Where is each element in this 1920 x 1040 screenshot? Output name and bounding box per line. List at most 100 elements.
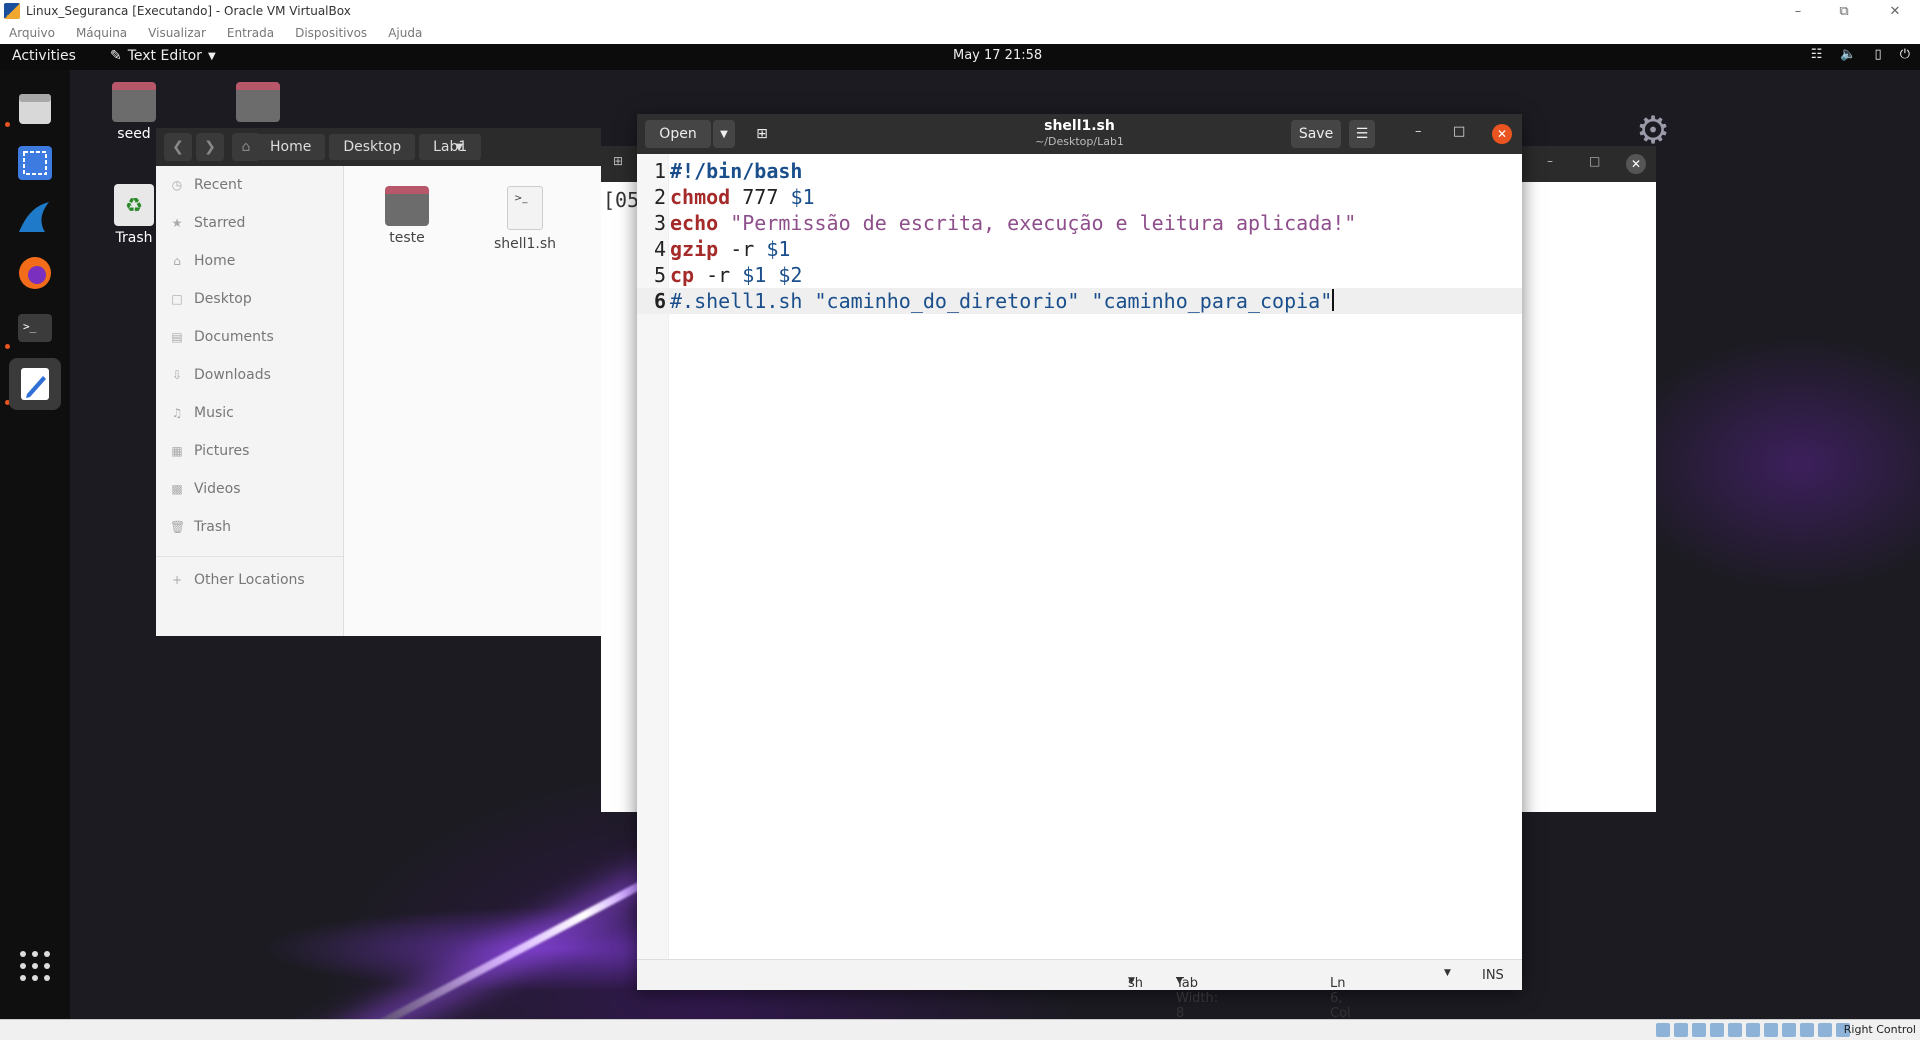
editor-status-bar: sh ▼ Tab Width: 8 ▼ Ln 6, Col 56 ▼ INS — [637, 959, 1522, 1019]
virtualbox-icon — [4, 3, 20, 19]
app-menu[interactable]: ✎ Text Editor ▼ — [110, 48, 216, 64]
usb-icon[interactable] — [1728, 1023, 1742, 1037]
code-token: 777 — [730, 185, 791, 209]
host-menu-bar: Arquivo Máquina Visualizar Entrada Dispo… — [0, 22, 1920, 44]
close-icon[interactable]: ✕ — [1872, 0, 1918, 22]
code-editor[interactable]: 1 #!/bin/bash 2 chmod 777 $1 3 echo "Permissã… — [637, 154, 1522, 959]
hamburger-menu-icon[interactable]: ☰ — [1349, 120, 1375, 148]
plus-icon: + — [171, 573, 183, 587]
menu-visualizar[interactable]: Visualizar — [148, 26, 206, 40]
firefox-icon[interactable] — [9, 247, 61, 299]
sidebar-item-recent[interactable]: ◷ Recent — [156, 166, 343, 204]
sidebar-item-trash[interactable]: 🗑 Trash — [156, 508, 343, 546]
forward-button[interactable]: ❯ — [196, 133, 224, 161]
code-line[interactable]: 5 cp -r $1 $2 — [637, 262, 1522, 288]
folder-icon — [236, 82, 280, 122]
code-line[interactable]: 6 #.shell1.sh "caminho_do_diretorio" "cam… — [637, 288, 1522, 314]
shared-folder-icon[interactable] — [1746, 1023, 1760, 1037]
maximize-icon[interactable]: □ — [1453, 124, 1465, 139]
menu-arquivo[interactable]: Arquivo — [9, 26, 55, 40]
files-window: ❮ ❯ ⌂ Home Desktop Lab1 ▼ ◷ Recent ★ Starr… — [156, 128, 601, 636]
minimize-icon[interactable]: – — [1547, 154, 1553, 168]
text-editor-app-icon[interactable] — [9, 358, 61, 410]
new-tab-icon[interactable]: ⊞ — [613, 154, 623, 168]
chevron-down-icon: ▼ — [207, 50, 216, 62]
files-app-icon[interactable] — [9, 82, 61, 134]
desktop-icon-folder[interactable] — [218, 82, 298, 126]
minimize-icon[interactable]: – — [1775, 0, 1821, 22]
audio-icon[interactable] — [1692, 1023, 1706, 1037]
line-text: gzip -r $1 — [670, 236, 790, 262]
show-apps-icon[interactable] — [9, 940, 61, 992]
code-line[interactable]: 4 gzip -r $1 — [637, 236, 1522, 262]
file-item-shell1[interactable]: >_ shell1.sh — [480, 186, 570, 252]
sidebar-item-home[interactable]: ⌂ Home — [156, 242, 343, 280]
minimize-icon[interactable]: – — [1415, 124, 1422, 139]
trash-icon: 🗑 — [170, 520, 186, 534]
sidebar-item-starred[interactable]: ★ Starred — [156, 204, 343, 242]
optical-icon[interactable] — [1674, 1023, 1688, 1037]
close-icon[interactable]: ✕ — [1492, 124, 1512, 144]
system-tray[interactable]: ☷ 🔈 ▯ ⏻ — [1811, 47, 1910, 62]
line-number: 6 — [653, 289, 666, 313]
network-icon: ☷ — [1810, 47, 1823, 62]
menu-entrada[interactable]: Entrada — [227, 26, 274, 40]
breadcrumb-desktop[interactable]: Desktop — [329, 134, 416, 160]
line-number: 5 — [653, 263, 666, 287]
restore-icon[interactable]: ⧉ — [1821, 0, 1867, 22]
maximize-icon[interactable]: □ — [1589, 154, 1600, 168]
sidebar-item-other-locations[interactable]: + Other Locations — [156, 561, 343, 599]
display-icon[interactable] — [1764, 1023, 1778, 1037]
menu-ajuda[interactable]: Ajuda — [388, 26, 422, 40]
volume-icon: 🔈 — [1840, 47, 1857, 62]
chevron-down-icon: ▼ — [1128, 976, 1135, 986]
host-title-bar: Linux_Seguranca [Executando] - Oracle VM… — [0, 0, 1920, 22]
sidebar-item-videos[interactable]: ▩ Videos — [156, 470, 343, 508]
code-token: -r — [718, 237, 767, 261]
mouse-integration-icon[interactable] — [1818, 1023, 1832, 1037]
cpu-icon[interactable] — [1800, 1023, 1814, 1037]
guest-desktop: Activities ✎ Text Editor ▼ May 17 21:58 … — [0, 44, 1920, 1019]
sidebar-item-music[interactable]: ♫ Music — [156, 394, 343, 432]
sidebar-item-pictures[interactable]: ▦ Pictures — [156, 432, 343, 470]
text-editor-window: Open ▼ ⊞ shell1.sh ~/Desktop/Lab1 Save ☰… — [637, 114, 1522, 1019]
seed-labs-logo: ⚙ — [1636, 108, 1746, 182]
back-button[interactable]: ❮ — [164, 133, 192, 161]
line-number: 3 — [653, 211, 666, 235]
sidebar-item-downloads[interactable]: ⇩ Downloads — [156, 356, 343, 394]
insert-mode[interactable]: INS — [1482, 968, 1504, 983]
screenshot-app-icon[interactable] — [9, 137, 61, 189]
sidebar-item-documents[interactable]: ▤ Documents — [156, 318, 343, 356]
terminal-app-icon[interactable]: >_ — [9, 302, 61, 354]
activities-button[interactable]: Activities — [12, 48, 76, 64]
menu-dispositivos[interactable]: Dispositivos — [295, 26, 367, 40]
code-token: gzip — [670, 237, 719, 261]
star-icon: ★ — [171, 216, 183, 230]
clock-icon: ◷ — [171, 178, 183, 192]
breadcrumb-lab1[interactable]: Lab1 — [419, 134, 482, 160]
chevron-down-icon[interactable]: ▼ — [1444, 968, 1451, 978]
breadcrumb-home[interactable]: Home — [256, 134, 326, 160]
menu-maquina[interactable]: Máquina — [76, 26, 127, 40]
document-icon: ▤ — [171, 330, 183, 344]
chevron-down-icon[interactable]: ▼ — [455, 142, 463, 153]
recording-icon[interactable] — [1782, 1023, 1796, 1037]
line-number: 2 — [653, 185, 666, 209]
file-item-teste[interactable]: teste — [362, 186, 452, 246]
code-token: $1 $2 — [742, 263, 803, 287]
folder-icon — [385, 186, 429, 226]
code-line[interactable]: 1 #!/bin/bash — [637, 158, 1522, 184]
clock[interactable]: May 17 21:58 — [953, 48, 1042, 63]
wireshark-icon[interactable] — [9, 192, 61, 244]
app-menu-label: Text Editor — [127, 48, 202, 64]
text-cursor — [1332, 289, 1335, 311]
document-title: shell1.sh — [1044, 118, 1115, 134]
code-line[interactable]: 3 echo "Permissão de escrita, execução e … — [637, 210, 1522, 236]
code-line[interactable]: 2 chmod 777 $1 — [637, 184, 1522, 210]
save-button[interactable]: Save — [1291, 120, 1341, 148]
hdd-icon[interactable] — [1656, 1023, 1670, 1037]
sidebar-divider — [156, 556, 343, 557]
sidebar-item-desktop[interactable]: □ Desktop — [156, 280, 343, 318]
network-icon[interactable] — [1710, 1023, 1724, 1037]
